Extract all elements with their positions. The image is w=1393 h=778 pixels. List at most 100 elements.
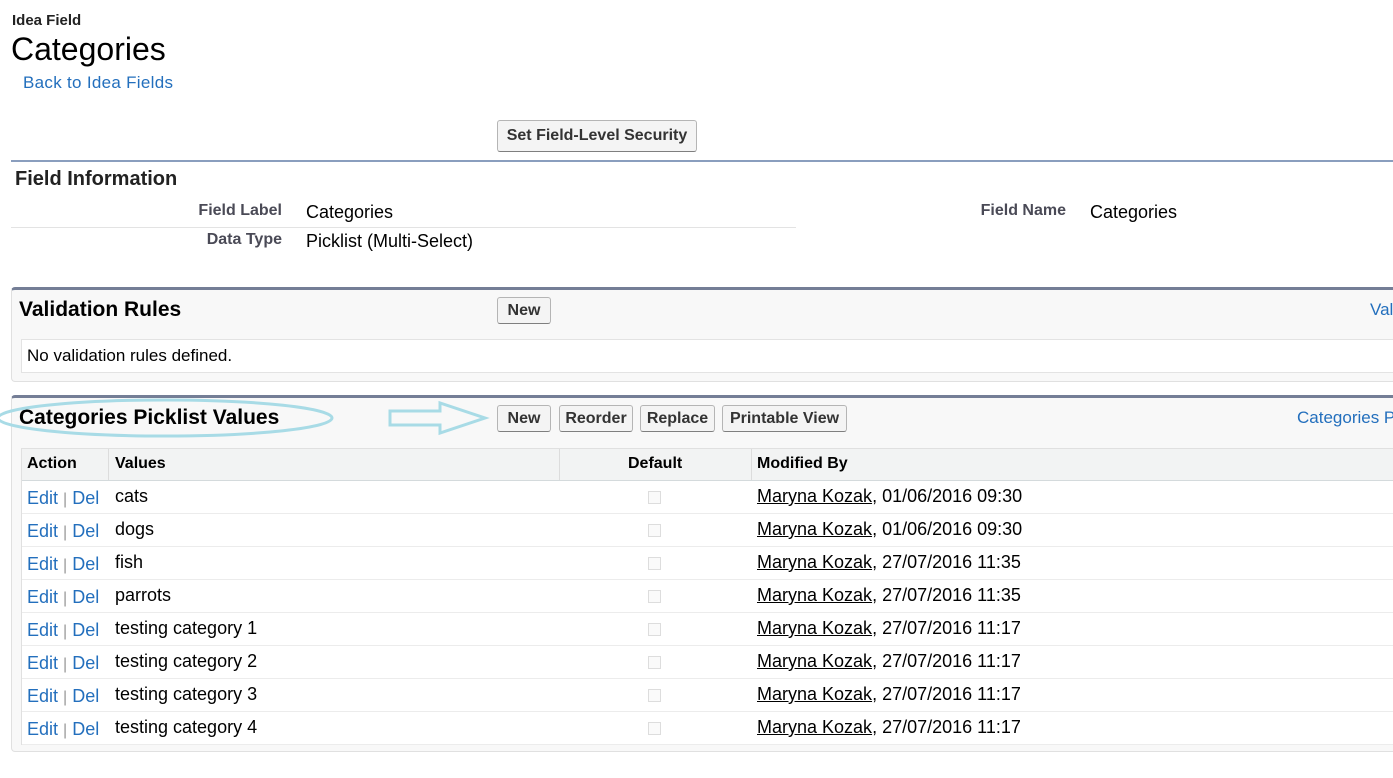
modified-by: Maryna Kozak, 01/06/2016 09:30 <box>757 519 1022 540</box>
edit-link[interactable]: Edit <box>27 719 58 739</box>
modified-date: , 01/06/2016 09:30 <box>872 519 1023 539</box>
validation-rules-heading: Validation Rules <box>19 298 182 321</box>
default-checkbox <box>648 590 661 603</box>
default-checkbox <box>648 722 661 735</box>
field-label-label: Field Label <box>198 202 282 219</box>
action-separator: | <box>63 590 68 607</box>
table-row <box>22 514 1393 547</box>
table-row <box>22 547 1393 580</box>
picklist-value: dogs <box>115 519 155 539</box>
user-link[interactable]: Maryna Kozak <box>757 585 872 605</box>
modified-date: , 27/07/2016 11:17 <box>872 717 1021 737</box>
table-header <box>22 449 1393 481</box>
column-divider <box>751 449 752 480</box>
edit-link[interactable]: Edit <box>27 686 58 706</box>
data-type-label: Data Type <box>206 231 282 248</box>
no-validation-rules-text: No validation rules defined. <box>27 346 233 365</box>
delete-link[interactable]: Del <box>72 653 99 673</box>
default-checkbox <box>648 656 661 669</box>
delete-link[interactable]: Del <box>72 521 99 541</box>
modified-by: Maryna Kozak, 27/07/2016 11:17 <box>757 684 1021 705</box>
picklist-value: testing category 3 <box>115 684 258 704</box>
delete-link[interactable]: Del <box>72 488 99 508</box>
modified-date: , 27/07/2016 11:17 <box>872 684 1021 704</box>
new-picklist-value-button[interactable]: New <box>497 405 551 432</box>
row-actions: Edit | Del <box>27 719 99 740</box>
reorder-button[interactable]: Reorder <box>559 405 633 432</box>
delete-link[interactable]: Del <box>72 719 99 739</box>
action-separator: | <box>63 722 68 739</box>
back-to-idea-fields-link[interactable]: Back to Idea Fields <box>23 73 173 93</box>
user-link[interactable]: Maryna Kozak <box>757 519 872 539</box>
row-actions: Edit | Del <box>27 554 99 575</box>
edit-link[interactable]: Edit <box>27 620 58 640</box>
modified-by: Maryna Kozak, 27/07/2016 11:35 <box>757 585 1021 606</box>
action-separator: | <box>63 491 68 508</box>
user-link[interactable]: Maryna Kozak <box>757 552 872 572</box>
default-checkbox <box>648 689 661 702</box>
default-checkbox <box>648 623 661 636</box>
modified-date: , 27/07/2016 11:35 <box>872 552 1021 572</box>
user-link[interactable]: Maryna Kozak <box>757 651 872 671</box>
action-separator: | <box>63 557 68 574</box>
picklist-value: parrots <box>115 585 172 605</box>
modified-date: , 27/07/2016 11:35 <box>872 585 1021 605</box>
delete-link[interactable]: Del <box>72 620 99 640</box>
modified-by: Maryna Kozak, 27/07/2016 11:17 <box>757 717 1021 738</box>
action-separator: | <box>63 656 68 673</box>
action-separator: | <box>63 623 68 640</box>
new-validation-rule-button[interactable]: New <box>497 297 551 324</box>
action-separator: | <box>63 524 68 541</box>
validation-rules-help-link[interactable]: Val <box>1370 300 1393 320</box>
annotation-overlay <box>0 398 490 438</box>
field-name-label: Field Name <box>980 202 1066 219</box>
page-title: Categories <box>11 31 166 67</box>
action-separator: | <box>63 689 68 706</box>
row-actions: Edit | Del <box>27 653 99 674</box>
table-row <box>22 481 1393 514</box>
replace-button[interactable]: Replace <box>640 405 715 432</box>
column-divider <box>559 449 560 480</box>
user-link[interactable]: Maryna Kozak <box>757 486 872 506</box>
edit-link[interactable]: Edit <box>27 653 58 673</box>
picklist-value: testing category 4 <box>115 717 258 737</box>
column-header-values[interactable]: Values <box>115 455 166 473</box>
arrow-icon <box>388 400 490 436</box>
picklist-value: cats <box>115 486 149 506</box>
delete-link[interactable]: Del <box>72 554 99 574</box>
user-link[interactable]: Maryna Kozak <box>757 717 872 737</box>
field-information-row-divider <box>11 227 796 228</box>
field-information-heading: Field Information <box>15 168 178 190</box>
edit-link[interactable]: Edit <box>27 554 58 574</box>
user-link[interactable]: Maryna Kozak <box>757 684 872 704</box>
modified-date: , 01/06/2016 09:30 <box>872 486 1023 506</box>
delete-link[interactable]: Del <box>72 686 99 706</box>
delete-link[interactable]: Del <box>72 587 99 607</box>
breadcrumb: Idea Field <box>12 12 82 29</box>
highlight-ellipse <box>0 398 334 438</box>
user-link[interactable]: Maryna Kozak <box>757 618 872 638</box>
picklist-help-link[interactable]: Categories P <box>1297 408 1393 428</box>
modified-date: , 27/07/2016 11:17 <box>872 618 1021 638</box>
set-field-level-security-button[interactable]: Set Field-Level Security <box>497 120 697 152</box>
edit-link[interactable]: Edit <box>27 521 58 541</box>
edit-link[interactable]: Edit <box>27 488 58 508</box>
column-header-action: Action <box>27 455 77 472</box>
default-checkbox <box>648 557 661 570</box>
table-row <box>22 580 1393 613</box>
default-checkbox <box>648 491 661 504</box>
data-type-value: Picklist (Multi-Select) <box>306 231 474 251</box>
modified-by: Maryna Kozak, 01/06/2016 09:30 <box>757 486 1022 507</box>
edit-link[interactable]: Edit <box>27 587 58 607</box>
modified-by: Maryna Kozak, 27/07/2016 11:17 <box>757 651 1021 672</box>
printable-view-button[interactable]: Printable View <box>722 405 847 432</box>
picklist-value: testing category 1 <box>115 618 258 638</box>
column-header-modified-by[interactable]: Modified By <box>757 455 848 473</box>
picklist-value: testing category 2 <box>115 651 258 671</box>
modified-by: Maryna Kozak, 27/07/2016 11:17 <box>757 618 1021 639</box>
modified-date: , 27/07/2016 11:17 <box>872 651 1021 671</box>
column-header-default[interactable]: Default <box>628 455 682 473</box>
row-actions: Edit | Del <box>27 488 99 509</box>
row-actions: Edit | Del <box>27 620 99 641</box>
row-actions: Edit | Del <box>27 587 99 608</box>
